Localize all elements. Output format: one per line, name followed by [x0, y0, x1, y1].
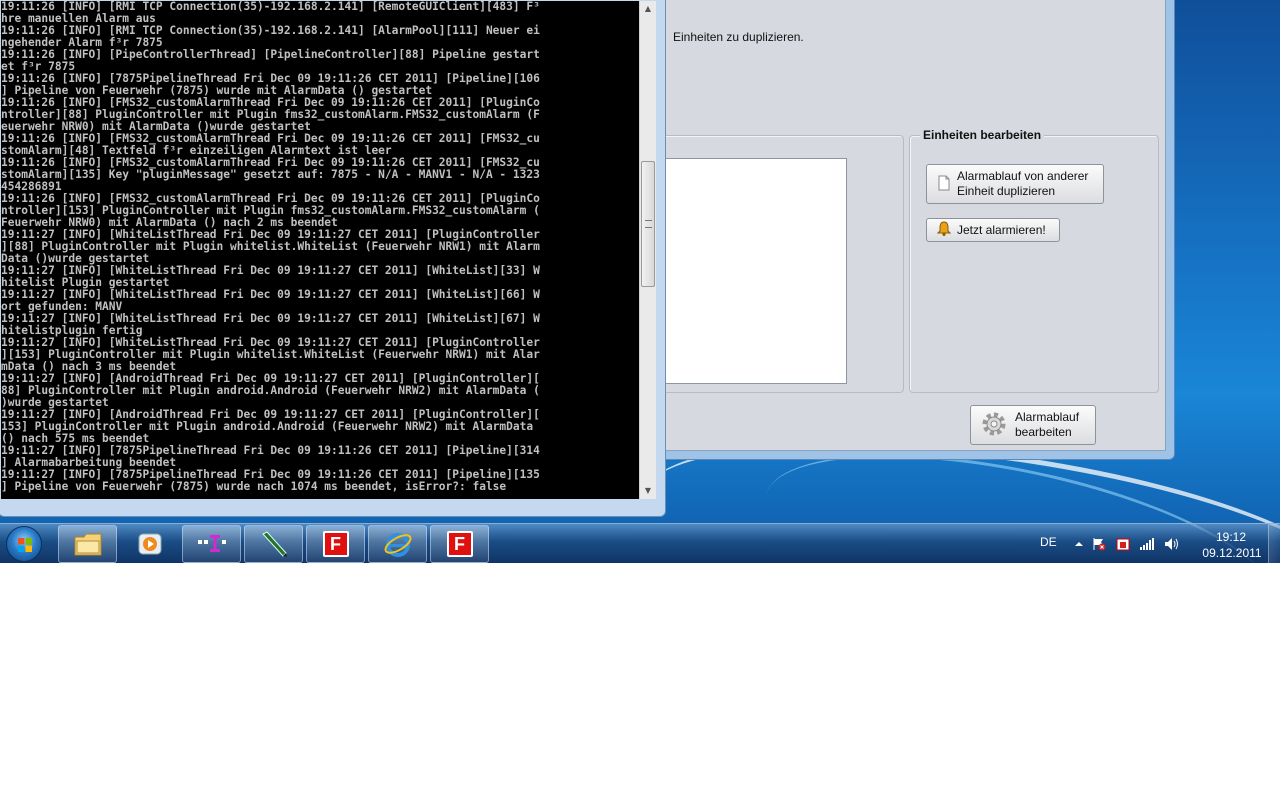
duplicate-button-label: Alarmablauf von anderer Einheit duplizie…: [957, 169, 1089, 198]
windows-logo-icon: [18, 538, 32, 552]
show-hidden-icons-icon[interactable]: [1071, 537, 1087, 551]
system-tray: DE 19:12 09.12.2011: [1035, 524, 1280, 563]
gear-icon: [979, 409, 1009, 442]
action-center-flag-icon[interactable]: [1091, 537, 1107, 551]
taskbar-explorer[interactable]: [58, 525, 117, 563]
network-signal-icon[interactable]: [1139, 537, 1155, 551]
units-group-title: Einheiten bearbeiten: [920, 128, 1045, 142]
taskbar: F F DE 19:12 09.12.2011: [0, 523, 1280, 563]
app-tray-icon[interactable]: [1115, 537, 1131, 551]
pen-tool-icon: [261, 531, 287, 557]
clock-date[interactable]: 09.12.2011: [1196, 546, 1268, 560]
f-app-icon: F: [446, 531, 473, 557]
app-content-panel: Einheiten zu duplizieren. Einheiten bear…: [609, 0, 1166, 451]
duplicate-hint-text: Einheiten zu duplizieren.: [673, 30, 804, 44]
taskbar-f-app-1[interactable]: F: [306, 525, 365, 563]
scrollbar-thumb[interactable]: [641, 161, 655, 287]
scroll-up-arrow-icon[interactable]: ▲: [640, 1, 656, 17]
alarm-now-button[interactable]: Jetzt alarmieren!: [926, 218, 1060, 242]
folder-icon: [74, 533, 101, 556]
show-desktop-button[interactable]: [1268, 524, 1280, 563]
edit-alarm-flow-label: Alarmablauf bearbeiten: [1015, 410, 1080, 439]
alarm-now-label: Jetzt alarmieren!: [957, 222, 1046, 237]
clock-time[interactable]: 19:12: [1211, 530, 1251, 544]
language-indicator[interactable]: DE: [1040, 535, 1057, 549]
start-button[interactable]: [6, 526, 42, 562]
internet-explorer-icon: [384, 533, 411, 557]
taskbar-pen-app[interactable]: [244, 525, 303, 563]
pipeline-app-icon: [197, 535, 226, 552]
f-app-icon: F: [322, 531, 349, 557]
document-icon: [937, 175, 951, 194]
taskbar-media-player[interactable]: [120, 525, 179, 563]
volume-icon[interactable]: [1164, 537, 1180, 551]
taskbar-f-app-2[interactable]: F: [430, 525, 489, 563]
media-player-icon: [138, 533, 161, 555]
desktop: Einheiten zu duplizieren. Einheiten bear…: [0, 0, 1280, 563]
bell-icon: [936, 221, 952, 239]
console-log-text: 19:11:26 [INFO] [RMI TCP Connection(35)-…: [1, 1, 540, 493]
scroll-down-arrow-icon[interactable]: ▼: [640, 483, 656, 499]
units-edit-group: Einheiten bearbeiten Alarmablauf von and…: [909, 128, 1159, 393]
console-scrollbar[interactable]: ▲ ▼: [639, 1, 656, 499]
duplicate-alarm-button[interactable]: Alarmablauf von anderer Einheit duplizie…: [926, 164, 1104, 204]
alarm-app-window: Einheiten zu duplizieren. Einheiten bear…: [600, 0, 1175, 460]
console-output[interactable]: 19:11:26 [INFO] [RMI TCP Connection(35)-…: [1, 1, 639, 499]
edit-alarm-flow-button[interactable]: Alarmablauf bearbeiten: [970, 405, 1096, 445]
taskbar-pipeline-app[interactable]: [182, 525, 241, 563]
taskbar-internet-explorer[interactable]: [368, 525, 427, 563]
console-window: 19:11:26 [INFO] [RMI TCP Connection(35)-…: [0, 0, 666, 517]
grip-icon: [645, 220, 652, 228]
